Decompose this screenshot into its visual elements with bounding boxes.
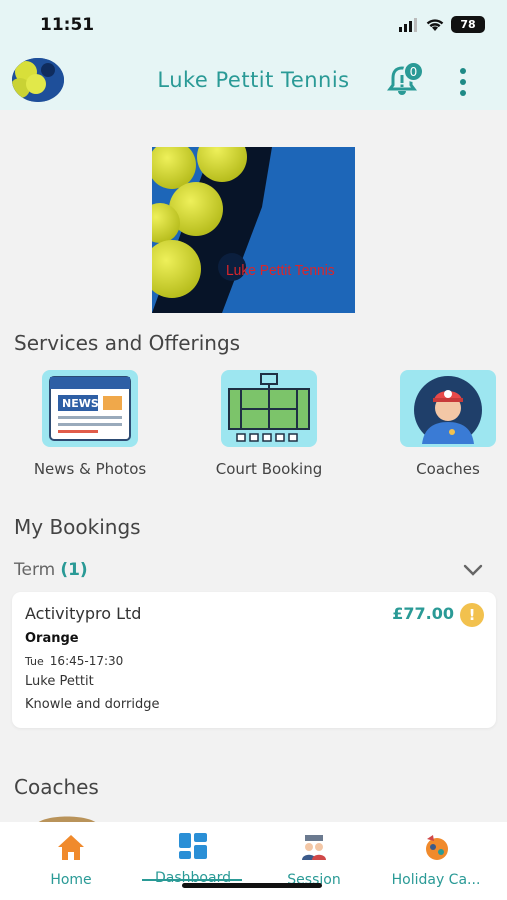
service-coaches[interactable]: Coaches: [380, 370, 507, 478]
nav-label: Home: [50, 872, 92, 888]
wifi-icon: [426, 18, 444, 31]
svg-text:NEWS: NEWS: [62, 397, 99, 410]
term-count: (1): [60, 560, 88, 580]
nav-home[interactable]: Home: [8, 822, 134, 888]
app-header: 11:51 78 Luke Pettit Tennis 0: [0, 0, 507, 110]
booking-time: Tue 16:45-17:30: [25, 654, 123, 668]
status-icons: 78: [399, 16, 485, 33]
bookings-section-title: My Bookings: [14, 515, 141, 539]
booking-group: Orange: [25, 631, 79, 646]
booking-price: £77.00: [392, 604, 454, 623]
service-court-booking[interactable]: Court Booking: [201, 370, 337, 478]
nav-session[interactable]: Session: [251, 822, 377, 888]
home-icon: [58, 835, 84, 860]
club-banner-image: Luke Pettit Tennis: [152, 147, 355, 313]
battery-indicator: 78: [451, 16, 485, 33]
booking-coach: Luke Pettit: [25, 674, 94, 689]
news-icon: NEWS: [42, 370, 138, 447]
banner-caption: Luke Pettit Tennis: [226, 262, 335, 279]
service-label: News & Photos: [33, 460, 147, 478]
home-indicator: [182, 883, 322, 888]
booking-provider: Activitypro Ltd: [25, 604, 142, 623]
booking-day: Tue: [25, 655, 44, 668]
coach-icon: [400, 370, 496, 447]
booking-time-range: 16:45-17:30: [49, 654, 124, 668]
services-section-title: Services and Offerings: [14, 331, 241, 355]
app-title: Luke Pettit Tennis: [157, 68, 350, 92]
bottom-navigation: Home Dashboard Session Holiday Ca...: [0, 822, 507, 900]
term-filter-toggle[interactable]: Term (1): [14, 560, 492, 584]
status-time: 11:51: [40, 15, 95, 35]
service-news-photos[interactable]: NEWS News & Photos: [22, 370, 158, 478]
service-label: Coaches: [416, 460, 480, 478]
payment-warning-icon[interactable]: !: [460, 603, 484, 627]
nav-dashboard[interactable]: Dashboard: [130, 822, 256, 886]
holiday-camp-icon: [426, 835, 448, 860]
booking-card[interactable]: Activitypro Ltd £77.00 ! Orange Tue 16:45…: [12, 592, 496, 728]
dashboard-icon: [179, 833, 207, 859]
coaches-section-title: Coaches: [14, 775, 99, 799]
tennis-court-icon: [221, 370, 317, 447]
active-tab-indicator: [142, 879, 242, 881]
more-options-icon[interactable]: [455, 68, 471, 96]
chevron-down-icon[interactable]: [462, 562, 484, 578]
notification-count-badge: 0: [403, 61, 424, 82]
signal-icon: [399, 17, 417, 32]
nav-holiday-camps[interactable]: Holiday Ca...: [373, 822, 499, 888]
nav-label: Holiday Ca...: [391, 872, 481, 888]
service-label: Court Booking: [215, 460, 323, 478]
term-label: Term: [14, 560, 56, 580]
session-icon: [302, 835, 326, 860]
booking-venue: Knowle and dorridge: [25, 697, 160, 712]
